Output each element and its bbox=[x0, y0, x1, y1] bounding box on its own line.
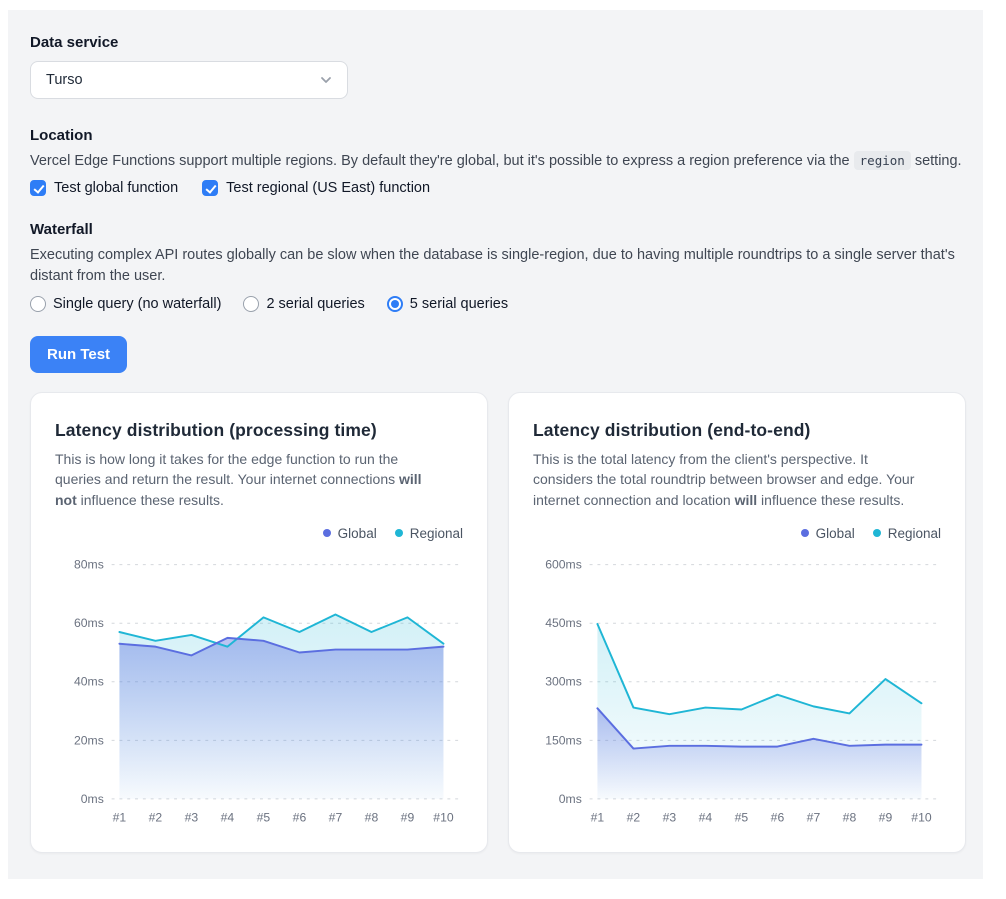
svg-text:#5: #5 bbox=[735, 810, 749, 824]
svg-text:150ms: 150ms bbox=[545, 733, 582, 747]
data-service-selected-value: Turso bbox=[46, 72, 83, 88]
svg-text:#9: #9 bbox=[401, 810, 415, 824]
svg-text:450ms: 450ms bbox=[545, 616, 582, 630]
legend-item-regional: Regional bbox=[395, 526, 463, 541]
latency-chart-processing-time: 0ms 20ms 40ms 60ms 80ms #1 #2 #3 #4 #5 #6 #7 #8 #9 #10 bbox=[55, 551, 463, 834]
checkbox-test-regional-function[interactable]: Test regional (US East) function bbox=[202, 180, 430, 196]
svg-text:#3: #3 bbox=[663, 810, 677, 824]
legend-item-regional: Regional bbox=[873, 526, 941, 541]
location-checkbox-row: Test global function Test regional (US E… bbox=[30, 180, 966, 196]
radio-label: 5 serial queries bbox=[410, 296, 508, 312]
legend-dot-regional bbox=[873, 529, 881, 537]
svg-text:#9: #9 bbox=[879, 810, 893, 824]
waterfall-section: Waterfall Executing complex API routes g… bbox=[30, 221, 966, 312]
radio-icon[interactable] bbox=[30, 296, 46, 312]
svg-text:300ms: 300ms bbox=[545, 675, 582, 689]
svg-text:60ms: 60ms bbox=[74, 616, 104, 630]
chart-legend: Global Regional bbox=[55, 526, 463, 541]
checkbox-test-global-function[interactable]: Test global function bbox=[30, 180, 178, 196]
chart-legend: Global Regional bbox=[533, 526, 941, 541]
svg-text:80ms: 80ms bbox=[74, 558, 104, 572]
legend-label: Global bbox=[816, 526, 855, 541]
svg-text:#7: #7 bbox=[329, 810, 343, 824]
svg-text:#5: #5 bbox=[257, 810, 271, 824]
latency-chart-end-to-end: 0ms 150ms 300ms 450ms 600ms #1 #2 #3 #4 #5 #6 #7 #8 #… bbox=[533, 551, 941, 834]
svg-text:#10: #10 bbox=[911, 810, 932, 824]
checkbox-icon[interactable] bbox=[30, 180, 46, 196]
chart-title: Latency distribution (end-to-end) bbox=[533, 420, 941, 441]
svg-text:#7: #7 bbox=[807, 810, 821, 824]
legend-dot-global bbox=[323, 529, 331, 537]
radio-2-serial-queries[interactable]: 2 serial queries bbox=[243, 296, 364, 312]
svg-text:#10: #10 bbox=[433, 810, 454, 824]
svg-text:#4: #4 bbox=[221, 810, 235, 824]
chart-description: This is the total latency from the clien… bbox=[533, 449, 915, 510]
legend-dot-regional bbox=[395, 529, 403, 537]
waterfall-radio-row: Single query (no waterfall) 2 serial que… bbox=[30, 296, 966, 312]
svg-text:40ms: 40ms bbox=[74, 675, 104, 689]
inline-code-chip: region bbox=[854, 151, 911, 170]
svg-text:#6: #6 bbox=[293, 810, 307, 824]
svg-text:#1: #1 bbox=[591, 810, 605, 824]
chevron-down-icon bbox=[318, 72, 334, 88]
data-service-heading: Data service bbox=[30, 34, 966, 51]
legend-item-global: Global bbox=[801, 526, 855, 541]
location-heading: Location bbox=[30, 127, 966, 144]
legend-dot-global bbox=[801, 529, 809, 537]
svg-text:0ms: 0ms bbox=[559, 792, 582, 806]
charts-grid: Latency distribution (processing time) T… bbox=[30, 392, 966, 853]
legend-label: Global bbox=[338, 526, 377, 541]
legend-label: Regional bbox=[410, 526, 463, 541]
main-panel: Data service Turso Location Vercel Edge … bbox=[8, 10, 983, 879]
radio-icon[interactable] bbox=[387, 296, 403, 312]
legend-item-global: Global bbox=[323, 526, 377, 541]
legend-label: Regional bbox=[888, 526, 941, 541]
checkbox-label: Test regional (US East) function bbox=[226, 180, 430, 196]
radio-label: Single query (no waterfall) bbox=[53, 296, 221, 312]
svg-text:600ms: 600ms bbox=[545, 558, 582, 572]
svg-text:0ms: 0ms bbox=[81, 792, 104, 806]
svg-text:#8: #8 bbox=[365, 810, 379, 824]
chart-description: This is how long it takes for the edge f… bbox=[55, 449, 437, 510]
chart-card-end-to-end: Latency distribution (end-to-end) This i… bbox=[508, 392, 966, 853]
svg-text:#6: #6 bbox=[771, 810, 785, 824]
svg-text:#2: #2 bbox=[627, 810, 641, 824]
checkbox-label: Test global function bbox=[54, 180, 178, 196]
chart-card-processing-time: Latency distribution (processing time) T… bbox=[30, 392, 488, 853]
radio-single-query[interactable]: Single query (no waterfall) bbox=[30, 296, 221, 312]
run-test-button[interactable]: Run Test bbox=[30, 336, 127, 373]
data-service-section: Data service Turso bbox=[30, 34, 966, 99]
radio-icon[interactable] bbox=[243, 296, 259, 312]
data-service-select[interactable]: Turso bbox=[30, 61, 348, 99]
waterfall-description: Executing complex API routes globally ca… bbox=[30, 245, 966, 287]
chart-title: Latency distribution (processing time) bbox=[55, 420, 463, 441]
waterfall-heading: Waterfall bbox=[30, 221, 966, 238]
svg-text:#1: #1 bbox=[113, 810, 127, 824]
svg-text:20ms: 20ms bbox=[74, 733, 104, 747]
location-description: Vercel Edge Functions support multiple r… bbox=[30, 151, 966, 172]
location-section: Location Vercel Edge Functions support m… bbox=[30, 127, 966, 196]
svg-text:#8: #8 bbox=[843, 810, 857, 824]
svg-text:#4: #4 bbox=[699, 810, 713, 824]
radio-label: 2 serial queries bbox=[266, 296, 364, 312]
radio-5-serial-queries[interactable]: 5 serial queries bbox=[387, 296, 508, 312]
svg-text:#3: #3 bbox=[185, 810, 199, 824]
checkbox-icon[interactable] bbox=[202, 180, 218, 196]
svg-text:#2: #2 bbox=[149, 810, 163, 824]
